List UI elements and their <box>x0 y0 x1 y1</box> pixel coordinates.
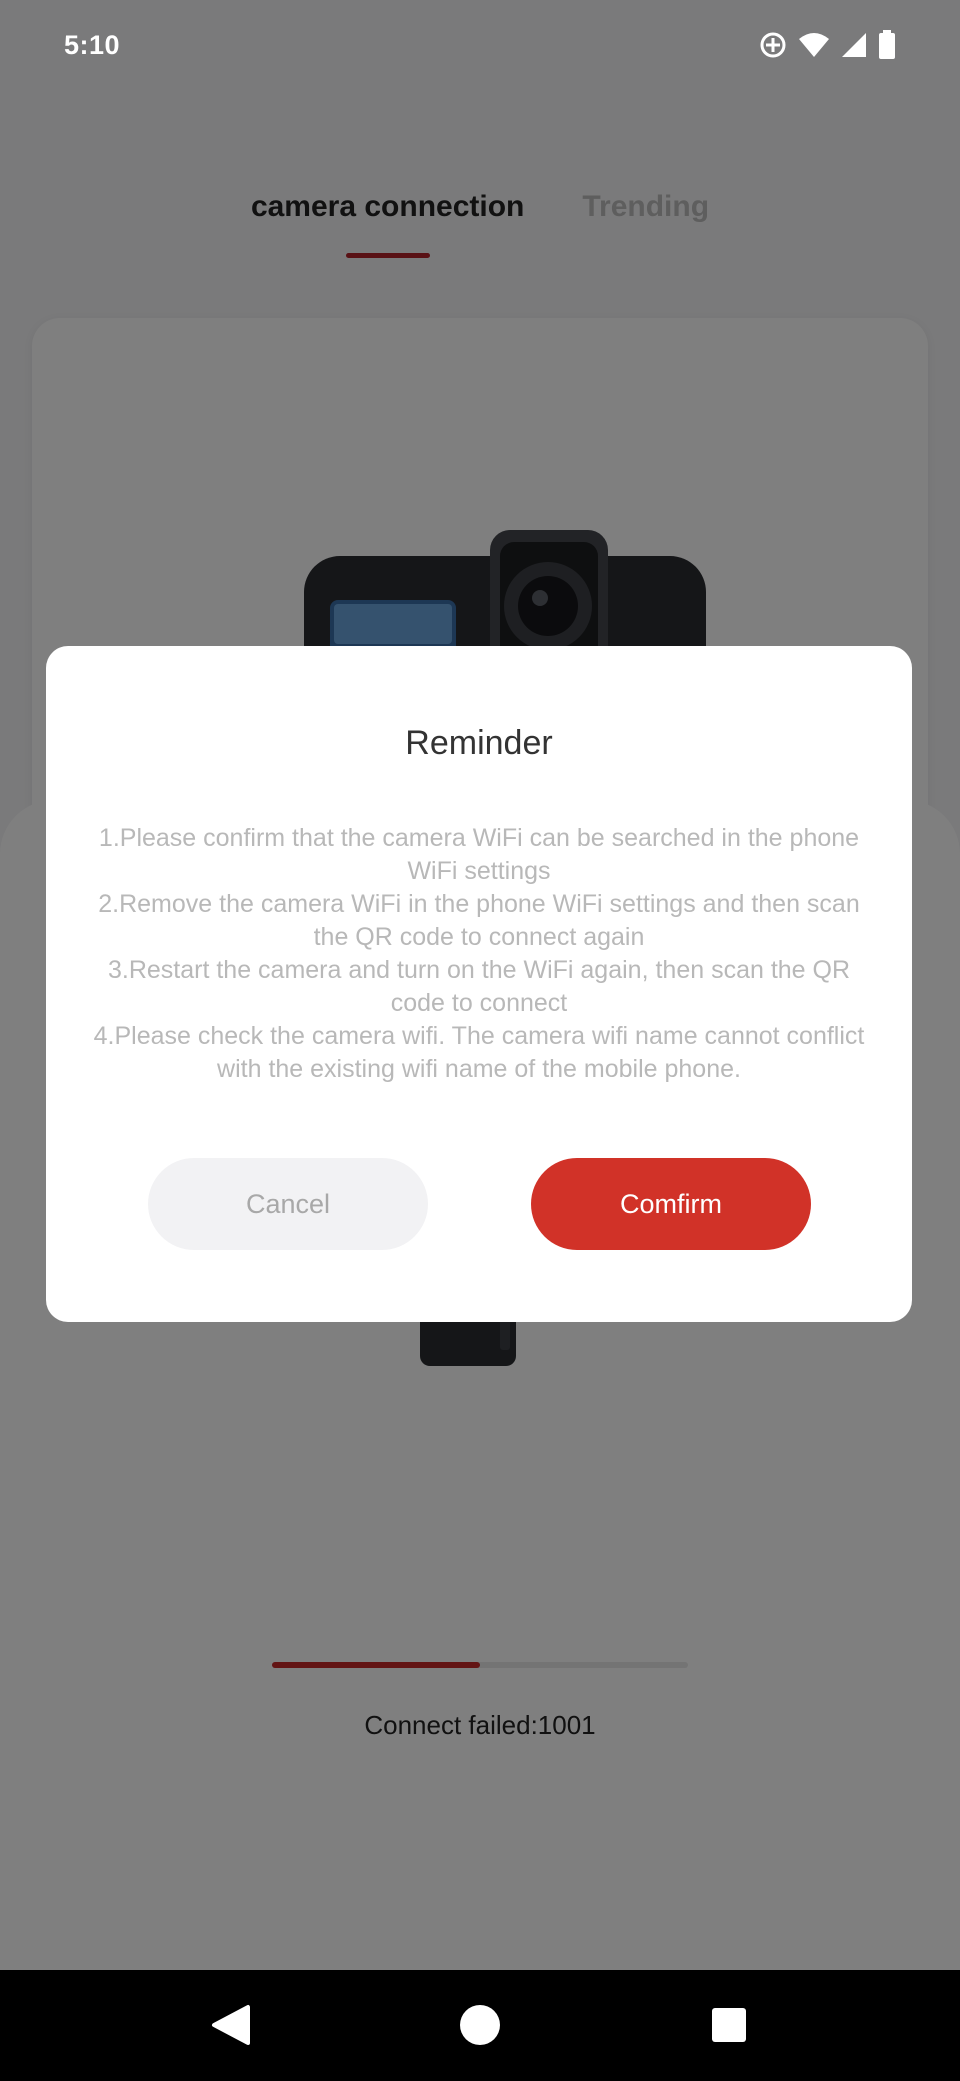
confirm-button[interactable]: Comfirm <box>531 1158 811 1250</box>
recents-icon <box>712 2008 746 2042</box>
dialog-line-4: 4.Please check the camera wifi. The came… <box>93 1022 865 1083</box>
status-time: 5:10 <box>64 30 121 60</box>
status-icons <box>758 30 896 60</box>
dialog-message: 1.Please confirm that the camera WiFi ca… <box>86 822 872 1086</box>
home-button[interactable] <box>455 2000 505 2050</box>
screen: camera connection Trending Connect faile… <box>0 0 960 2081</box>
cancel-button[interactable]: Cancel <box>148 1158 428 1250</box>
recents-button[interactable] <box>704 2000 754 2050</box>
signal-icon <box>842 33 866 57</box>
status-bar: 5:10 <box>0 0 960 96</box>
dialog-title: Reminder <box>405 724 553 762</box>
dialog-line-2: 2.Remove the camera WiFi in the phone Wi… <box>98 890 860 951</box>
dialog-line-1: 1.Please confirm that the camera WiFi ca… <box>98 824 860 885</box>
system-nav-bar <box>0 1970 960 2081</box>
hotspot-icon <box>760 32 786 58</box>
back-icon <box>212 2005 250 2045</box>
back-button[interactable] <box>205 2000 255 2050</box>
home-icon <box>460 2005 500 2045</box>
wifi-icon <box>799 33 829 57</box>
dialog-line-3: 3.Restart the camera and turn on the WiF… <box>107 956 851 1017</box>
reminder-dialog: Reminder 1.Please confirm that the camer… <box>46 646 912 1322</box>
battery-icon <box>879 30 895 59</box>
